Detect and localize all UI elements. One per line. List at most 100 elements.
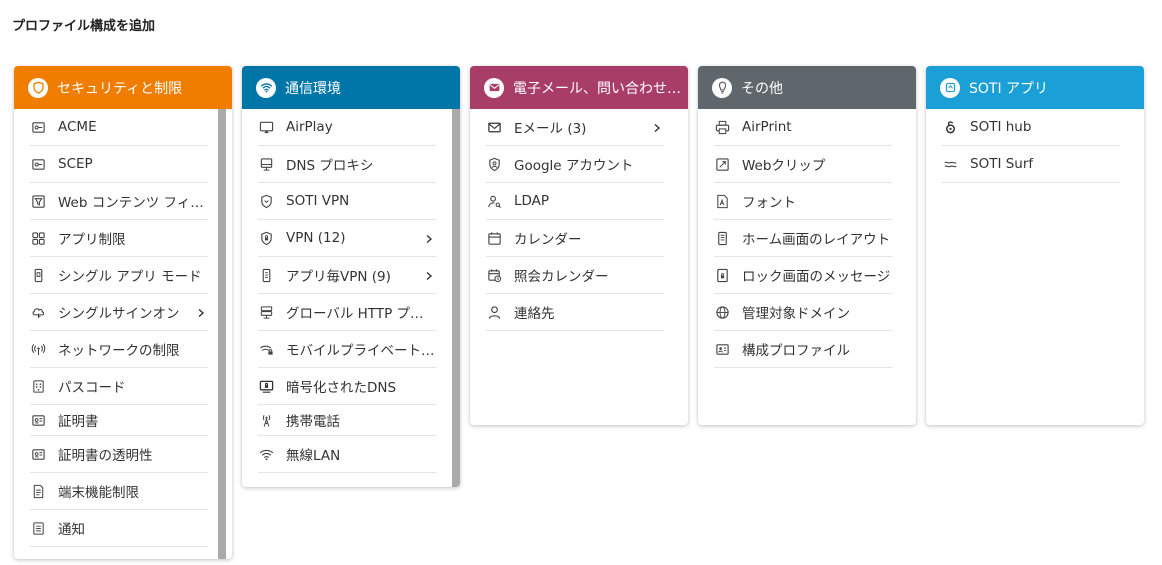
- lightbulb-icon: [712, 77, 732, 98]
- item-label: 無線LAN: [286, 448, 341, 464]
- item-soti-hub[interactable]: SOTI hub: [942, 109, 1120, 146]
- item-lock-screen-message[interactable]: ロック画面のメッセージ: [714, 257, 892, 294]
- item-label: カレンダー: [514, 232, 582, 248]
- item-certificate[interactable]: 証明書: [30, 405, 208, 436]
- calendar-clock-icon: [486, 267, 502, 283]
- item-label: 連絡先: [514, 306, 555, 322]
- item-configuration-profile[interactable]: 構成プロファイル: [714, 331, 892, 368]
- item-label: SOTI Surf: [970, 156, 1034, 172]
- item-font[interactable]: フォント: [714, 183, 892, 220]
- item-mobile-private-network[interactable]: モバイルプライベートネットワーク: [258, 331, 436, 368]
- item-single-sign-on[interactable]: シングルサインオン: [30, 294, 208, 331]
- card-soti-apps: SOTI アプリ SOTI hub SOTI Surf: [926, 66, 1144, 425]
- cell-tower-icon: [258, 412, 274, 428]
- antenna-icon: [30, 341, 46, 357]
- item-label: Webクリップ: [742, 158, 826, 174]
- lock-screen-icon: [714, 267, 730, 283]
- item-label: ACME: [58, 119, 97, 135]
- card-header-network[interactable]: 通信環境: [242, 66, 460, 109]
- item-cellular[interactable]: 携帯電話: [258, 405, 436, 436]
- item-contacts[interactable]: 連絡先: [486, 294, 664, 331]
- item-acme[interactable]: ACME: [30, 109, 208, 146]
- item-label: 照会カレンダー: [514, 269, 609, 285]
- item-global-http-proxy[interactable]: グローバル HTTP プロキシ: [258, 294, 436, 331]
- item-airprint[interactable]: AirPrint: [714, 109, 892, 146]
- card-email: 電子メール、問い合わせ先、カレンダー Eメール (3) Google アカウント…: [470, 66, 688, 425]
- item-label: パスコード: [58, 380, 126, 396]
- chevron-right-icon: [196, 306, 208, 318]
- shield-lock-icon: [258, 230, 274, 246]
- item-soti-vpn[interactable]: SOTI VPN: [258, 183, 436, 220]
- card-header-email[interactable]: 電子メール、問い合わせ先、カレンダー: [470, 66, 688, 109]
- item-label: 証明書: [58, 414, 99, 430]
- item-passcode[interactable]: パスコード: [30, 368, 208, 405]
- item-ldap[interactable]: LDAP: [486, 183, 664, 220]
- card-title: SOTI アプリ: [969, 80, 1049, 97]
- phone-layout-icon: [714, 230, 730, 246]
- item-label: シングル アプリ モード: [58, 269, 202, 285]
- item-device-feature-restrictions[interactable]: 端末機能制限: [30, 473, 208, 510]
- item-wifi[interactable]: 無線LAN: [258, 436, 436, 473]
- font-file-icon: [714, 193, 730, 209]
- printer-icon: [714, 119, 730, 135]
- wifi-lock-icon: [258, 341, 274, 357]
- waves-icon: [942, 156, 958, 172]
- item-managed-domains[interactable]: 管理対象ドメイン: [714, 294, 892, 331]
- item-email[interactable]: Eメール (3): [486, 109, 664, 146]
- item-label: ネットワークの制限: [58, 343, 180, 359]
- item-label: モバイルプライベートネットワーク: [286, 343, 436, 359]
- profile-card-icon: [714, 341, 730, 357]
- item-home-screen-layout[interactable]: ホーム画面のレイアウト: [714, 220, 892, 257]
- item-single-app-mode[interactable]: シングル アプリ モード: [30, 257, 208, 294]
- card-header-soti-apps[interactable]: SOTI アプリ: [926, 66, 1144, 109]
- document-icon: [30, 483, 46, 499]
- card-other: その他 AirPrint Webクリップ フォント ホーム画面のレイアウト ロッ…: [698, 66, 916, 425]
- item-scep[interactable]: SCEP: [30, 146, 208, 183]
- item-label: Google アカウント: [514, 158, 634, 174]
- account-shield-icon: [486, 156, 502, 172]
- wifi-icon: [258, 446, 274, 462]
- item-calendar[interactable]: カレンダー: [486, 220, 664, 257]
- item-label: DNS プロキシ: [286, 158, 374, 174]
- item-dns-proxy[interactable]: DNS プロキシ: [258, 146, 436, 183]
- chevron-right-icon: [424, 269, 436, 281]
- item-soti-surf[interactable]: SOTI Surf: [942, 146, 1120, 183]
- item-label: 通知: [58, 522, 85, 538]
- item-notifications[interactable]: 通知: [30, 510, 208, 547]
- item-google-account[interactable]: Google アカウント: [486, 146, 664, 183]
- item-airplay[interactable]: AirPlay: [258, 109, 436, 146]
- item-label: アプリ毎VPN (9): [286, 269, 391, 285]
- phone-icon: [258, 267, 274, 283]
- scrollbar[interactable]: [452, 109, 460, 487]
- card-header-security[interactable]: セキュリティと制限: [14, 66, 232, 109]
- item-app-restrictions[interactable]: アプリ制限: [30, 220, 208, 257]
- card-title: 電子メール、問い合わせ先、カレンダー: [513, 80, 688, 97]
- item-encrypted-dns[interactable]: 暗号化されたDNS: [258, 368, 436, 405]
- item-label: アプリ制限: [58, 232, 126, 248]
- item-vpn[interactable]: VPN (12): [258, 220, 436, 257]
- item-network-restrictions[interactable]: ネットワークの制限: [30, 331, 208, 368]
- soti-hub-icon: [942, 119, 958, 135]
- item-web-content-filter[interactable]: Web コンテンツ フィルター: [30, 183, 208, 220]
- calendar-icon: [486, 230, 502, 246]
- item-subscribed-calendar[interactable]: 照会カレンダー: [486, 257, 664, 294]
- scrollbar[interactable]: [218, 109, 226, 559]
- web-clip-icon: [714, 156, 730, 172]
- item-certificate-transparency[interactable]: 証明書の透明性: [30, 436, 208, 473]
- certificate-key-icon: [30, 156, 46, 172]
- card-header-other[interactable]: その他: [698, 66, 916, 109]
- item-label: LDAP: [514, 193, 550, 209]
- item-webclip[interactable]: Webクリップ: [714, 146, 892, 183]
- mail-icon: [486, 119, 502, 135]
- item-label: 端末機能制限: [58, 485, 139, 501]
- item-per-app-vpn[interactable]: アプリ毎VPN (9): [258, 257, 436, 294]
- server-icon: [258, 156, 274, 172]
- item-label: SOTI VPN: [286, 193, 350, 209]
- server-stack-icon: [258, 304, 274, 320]
- item-label: AirPrint: [742, 119, 792, 135]
- grid-icon: [30, 230, 46, 246]
- page-title: プロファイル構成を追加: [12, 19, 156, 34]
- item-label: AirPlay: [286, 119, 333, 135]
- user-icon: [486, 304, 502, 320]
- keypad-icon: [30, 378, 46, 394]
